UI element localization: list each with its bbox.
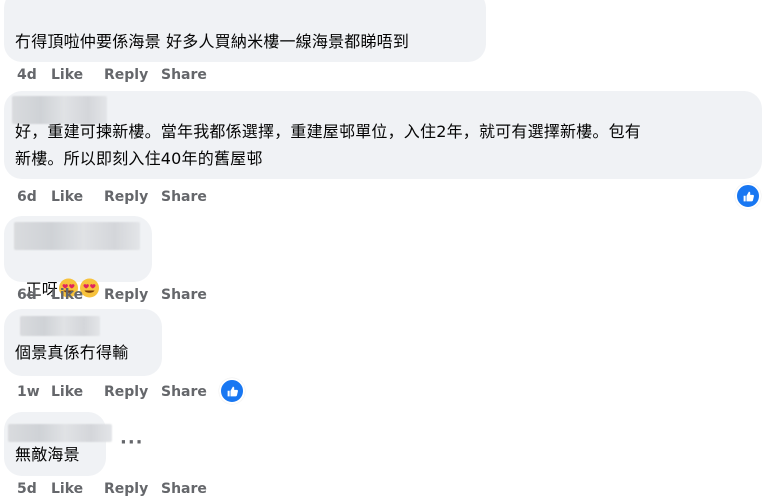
comment-actions: 6d Like Reply Share [17, 286, 207, 304]
share-button[interactable]: Share [161, 384, 207, 400]
like-icon[interactable] [735, 183, 761, 209]
comment-timestamp[interactable]: 1w [17, 384, 51, 400]
reply-button[interactable]: Reply [104, 67, 161, 83]
like-button[interactable]: Like [51, 384, 104, 400]
comment-actions: 5d Like Reply Share [17, 480, 207, 498]
share-button[interactable]: Share [161, 67, 207, 83]
comment-timestamp[interactable]: 4d [17, 67, 51, 83]
share-button[interactable]: Share [161, 481, 207, 497]
share-button[interactable]: Share [161, 287, 207, 303]
author-name-blurred[interactable] [8, 424, 112, 442]
reply-button[interactable]: Reply [104, 287, 161, 303]
comment-actions: 6d Like Reply Share [17, 188, 207, 206]
comment-actions: 1w Like Reply Share [17, 383, 207, 401]
more-options-icon[interactable]: ··· [120, 432, 144, 453]
comment-text: 好，重建可揀新樓。當年我都係選擇，重建屋邨單位，入住2年，就可有選擇新樓。包有 … [15, 122, 641, 168]
comment-text: 冇得頂啦仲要係海景 好多人買納米樓一線海景都睇唔到 [15, 32, 410, 51]
share-button[interactable]: Share [161, 189, 207, 205]
reply-button[interactable]: Reply [104, 481, 161, 497]
author-name-blurred[interactable] [14, 222, 140, 250]
comment-text: 個景真係冇得輸 [15, 343, 129, 362]
like-button[interactable]: Like [51, 67, 104, 83]
comment-timestamp[interactable]: 5d [17, 481, 51, 497]
comment-text: 無敵海景 [15, 445, 80, 464]
like-icon[interactable] [219, 378, 245, 404]
comment-timestamp[interactable]: 6d [17, 189, 51, 205]
like-button[interactable]: Like [51, 287, 104, 303]
comment-actions: 4d Like Reply Share [17, 66, 207, 84]
author-name-blurred[interactable] [20, 316, 100, 336]
comment-timestamp[interactable]: 6d [17, 287, 51, 303]
like-button[interactable]: Like [51, 481, 104, 497]
like-button[interactable]: Like [51, 189, 104, 205]
reply-button[interactable]: Reply [104, 384, 161, 400]
reply-button[interactable]: Reply [104, 189, 161, 205]
